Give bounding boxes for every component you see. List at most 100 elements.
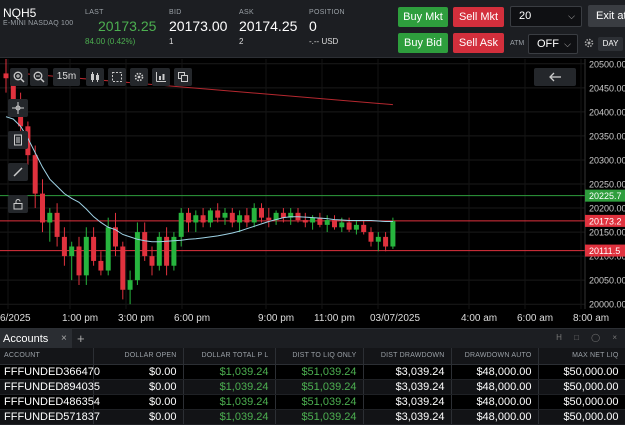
last-price: 20173.25 <box>98 18 157 34</box>
candle-body <box>361 224 367 233</box>
candle-body <box>332 220 337 228</box>
table-row[interactable]: FFFUNDED894035 $0.00 $1,039.24 $51,039.2… <box>0 379 625 395</box>
position-pnl: -.-- USD <box>309 37 339 46</box>
exit-at-button[interactable]: Exit at <box>588 5 625 27</box>
symbol-description: E-MINI NASDAQ 100 <box>3 20 74 27</box>
dist-drawdown: $3,039.24 <box>363 409 452 425</box>
dollar-open: $0.00 <box>93 409 184 425</box>
x-tick-label: 11:00 pm <box>314 313 355 324</box>
time-in-force-day[interactable]: DAY <box>598 37 623 51</box>
buy-bid-button[interactable]: Buy Bid <box>398 33 448 53</box>
sell-market-button[interactable]: Sell Mkt <box>453 7 504 27</box>
x-tick-label: 6/2025 <box>0 313 31 324</box>
table-row[interactable]: FFFUNDED486354 $0.00 $1,039.24 $51,039.2… <box>0 394 625 410</box>
account-name: FFFUNDED571837 <box>0 409 100 425</box>
atm-value: OFF <box>537 38 559 50</box>
y-tick-label: 20050.00 <box>589 276 625 286</box>
candle-body <box>237 215 243 223</box>
price-level-label: 20225.7 <box>589 191 622 201</box>
select-area-button[interactable] <box>108 68 126 86</box>
copy-icon <box>178 72 188 82</box>
crosshair-tool[interactable] <box>8 99 28 117</box>
drawdown-auto: $48,000.00 <box>451 379 539 395</box>
column-header[interactable]: MAX NET LIQ <box>538 348 625 365</box>
column-header[interactable]: DRAWDOWN AUTO <box>451 348 539 365</box>
x-tick-label: 4:00 am <box>461 313 497 324</box>
table-row[interactable]: FFFUNDED571837 $0.00 $1,039.24 $51,039.2… <box>0 409 625 425</box>
timeframe-button[interactable]: 15m <box>53 68 80 86</box>
position-value: 0 <box>309 18 317 34</box>
x-axis: 6/2025 1:00 pm 3:00 pm 6:00 pm 9:00 pm 11:00 … <box>0 313 609 324</box>
candle-body <box>40 193 45 223</box>
y-tick-label: 20450.00 <box>589 83 625 93</box>
symbol-code[interactable]: NQH5 <box>3 6 36 20</box>
gear-icon[interactable] <box>583 37 595 49</box>
candle-body <box>244 215 250 223</box>
column-header[interactable]: DOLLAR TOTAL P L <box>183 348 276 365</box>
candle-body <box>346 222 352 230</box>
column-header[interactable]: DIST TO LIQ ONLY <box>275 348 364 365</box>
y-tick-label: 20300.00 <box>589 155 625 165</box>
indicators-icon <box>156 72 166 82</box>
notes-tool[interactable] <box>8 131 28 149</box>
account-name: FFFUNDED366470 <box>0 364 100 380</box>
price-chart[interactable]: 20000.00 20050.00 20100.00 20150.00 20200.00… <box>0 59 625 326</box>
candle-body <box>339 222 345 228</box>
atm-select[interactable]: OFF ⌵ <box>528 34 578 54</box>
lock-tool[interactable] <box>8 195 28 213</box>
pane-controls[interactable]: H □ ◯ × <box>556 333 622 342</box>
tab-accounts[interactable]: Accounts × <box>0 329 72 349</box>
crosshair-icon <box>12 102 24 114</box>
chevron-down-icon: ⌵ <box>568 11 575 21</box>
drawdown-auto: $48,000.00 <box>451 409 539 425</box>
column-header[interactable]: DIST DRAWDOWN <box>363 348 452 365</box>
arrow-left-icon <box>549 72 561 82</box>
column-header[interactable]: ACCOUNT <box>0 348 94 365</box>
line-tool[interactable] <box>8 163 28 181</box>
x-tick-label: 9:00 pm <box>258 313 294 324</box>
candle-body <box>200 215 206 223</box>
column-header[interactable]: DOLLAR OPEN <box>93 348 184 365</box>
account-name: FFFUNDED486354 <box>0 394 100 410</box>
ask-size: 2 <box>239 37 244 46</box>
dist-to-liq: $51,039.24 <box>275 394 364 410</box>
zoom-in-button[interactable] <box>10 68 28 86</box>
x-tick-label: 1:00 pm <box>62 313 98 324</box>
candle-body <box>149 256 155 266</box>
quantity-select[interactable]: 20 ⌵ <box>510 6 582 27</box>
back-button[interactable] <box>534 68 576 86</box>
document-icon <box>14 134 22 146</box>
price-level-label: 20173.2 <box>589 216 622 226</box>
candle-body <box>383 236 389 247</box>
zoom-out-button[interactable] <box>30 68 48 86</box>
candle-body <box>32 155 38 194</box>
tab-label: Accounts <box>3 333 49 345</box>
chart-canvas[interactable]: 20000.0020050.0020100.0020150.0020200.00… <box>0 59 625 326</box>
close-icon[interactable]: × <box>61 329 67 349</box>
dollar-open: $0.00 <box>93 364 184 380</box>
dist-to-liq: $51,039.24 <box>275 379 364 395</box>
candle-body <box>353 224 359 230</box>
add-tab-icon[interactable]: + <box>77 329 85 349</box>
pen-icon <box>13 167 23 177</box>
candle-body <box>266 217 272 221</box>
candle-type-button[interactable] <box>86 68 104 86</box>
y-tick-label: 20500.00 <box>589 59 625 69</box>
candle-body <box>259 208 264 218</box>
y-tick-label: 20150.00 <box>589 228 625 238</box>
y-tick-label: 20400.00 <box>589 107 625 117</box>
indicators-button[interactable] <box>152 68 170 86</box>
x-tick-label: 6:00 am <box>517 313 553 324</box>
drawdown-auto: $48,000.00 <box>451 364 539 380</box>
templates-button[interactable] <box>174 68 192 86</box>
dollar-open: $0.00 <box>93 379 184 395</box>
candle-body <box>120 246 126 290</box>
candle-body <box>76 246 82 276</box>
max-net-liq: $50,000.00 <box>538 409 625 425</box>
dist-drawdown: $3,039.24 <box>363 394 452 410</box>
chart-settings-button[interactable] <box>130 68 148 86</box>
candle-body <box>98 260 104 271</box>
table-row[interactable]: FFFUNDED366470 $0.00 $1,039.24 $51,039.2… <box>0 364 625 380</box>
sell-ask-button[interactable]: Sell Ask <box>453 33 504 53</box>
buy-market-button[interactable]: Buy Mkt <box>398 7 448 27</box>
